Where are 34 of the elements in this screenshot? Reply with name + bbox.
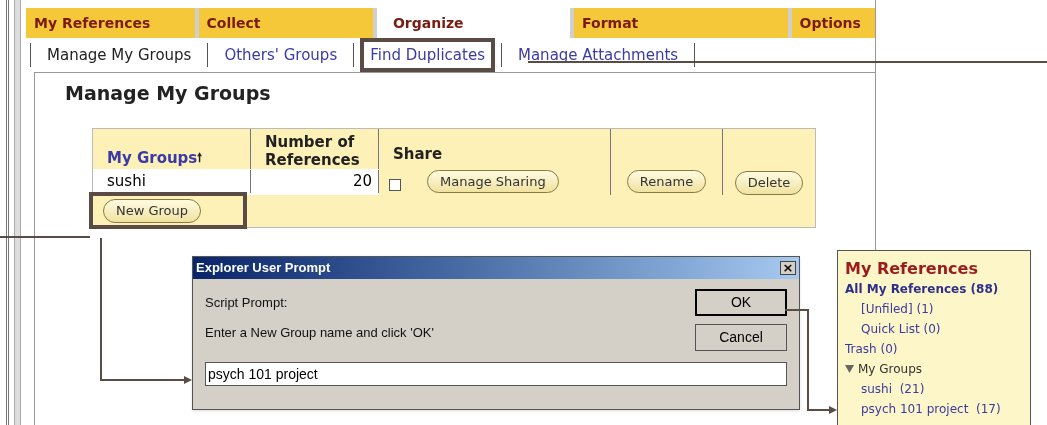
sidebar-item[interactable]: Quick List (0) xyxy=(861,319,941,339)
dialog-title: Explorer User Prompt xyxy=(196,259,331,278)
prompt-label: Script Prompt: xyxy=(205,294,289,312)
close-button[interactable]: × xyxy=(780,261,796,275)
dialog-button[interactable]: OK xyxy=(695,289,787,316)
sidebar-item[interactable]: [Unfiled] (1) xyxy=(861,299,934,319)
sidebar-title: My References xyxy=(845,259,979,279)
sidebar-item[interactable]: Trash (0) xyxy=(845,339,898,359)
pill-button[interactable]: Delete xyxy=(734,171,804,195)
sub-tab[interactable]: Find Duplicates xyxy=(360,37,495,73)
pill-button[interactable]: Manage Sharing xyxy=(427,169,559,194)
sidebar-item[interactable]: My Groups xyxy=(858,359,923,379)
page-title: Manage My Groups xyxy=(65,81,272,106)
column-header: Share xyxy=(379,128,611,169)
sub-tab[interactable]: Manage My Groups xyxy=(37,37,202,73)
column-header: Number of References xyxy=(251,128,379,169)
prompt-message: Enter a New Group name and click 'OK' xyxy=(205,323,435,342)
main-tab[interactable]: Options xyxy=(791,8,875,38)
sidebar-item[interactable]: psych 101 project (17) xyxy=(861,399,1001,419)
column-header[interactable]: My Groups🠕 xyxy=(93,128,251,169)
main-tab[interactable]: Format xyxy=(574,8,788,38)
sidebar-item[interactable]: sushi (21) xyxy=(861,379,925,399)
main-tab[interactable]: Collect xyxy=(198,8,373,38)
sidebar-item[interactable]: All My References (88) xyxy=(845,279,999,299)
dialog-button[interactable]: Cancel xyxy=(695,324,787,351)
main-tab[interactable]: Organize xyxy=(376,8,571,38)
pill-button[interactable]: Rename xyxy=(626,169,707,194)
share-checkbox[interactable] xyxy=(389,178,401,191)
expanded-triangle-icon[interactable] xyxy=(845,365,854,373)
main-tab[interactable]: My References xyxy=(26,8,195,38)
pill-button[interactable]: New Group xyxy=(103,199,202,223)
sub-tab[interactable]: Manage Attachments xyxy=(508,37,689,73)
sub-tab[interactable]: Others' Groups xyxy=(214,37,348,73)
group-name-field[interactable]: psych 101 project xyxy=(205,362,787,386)
